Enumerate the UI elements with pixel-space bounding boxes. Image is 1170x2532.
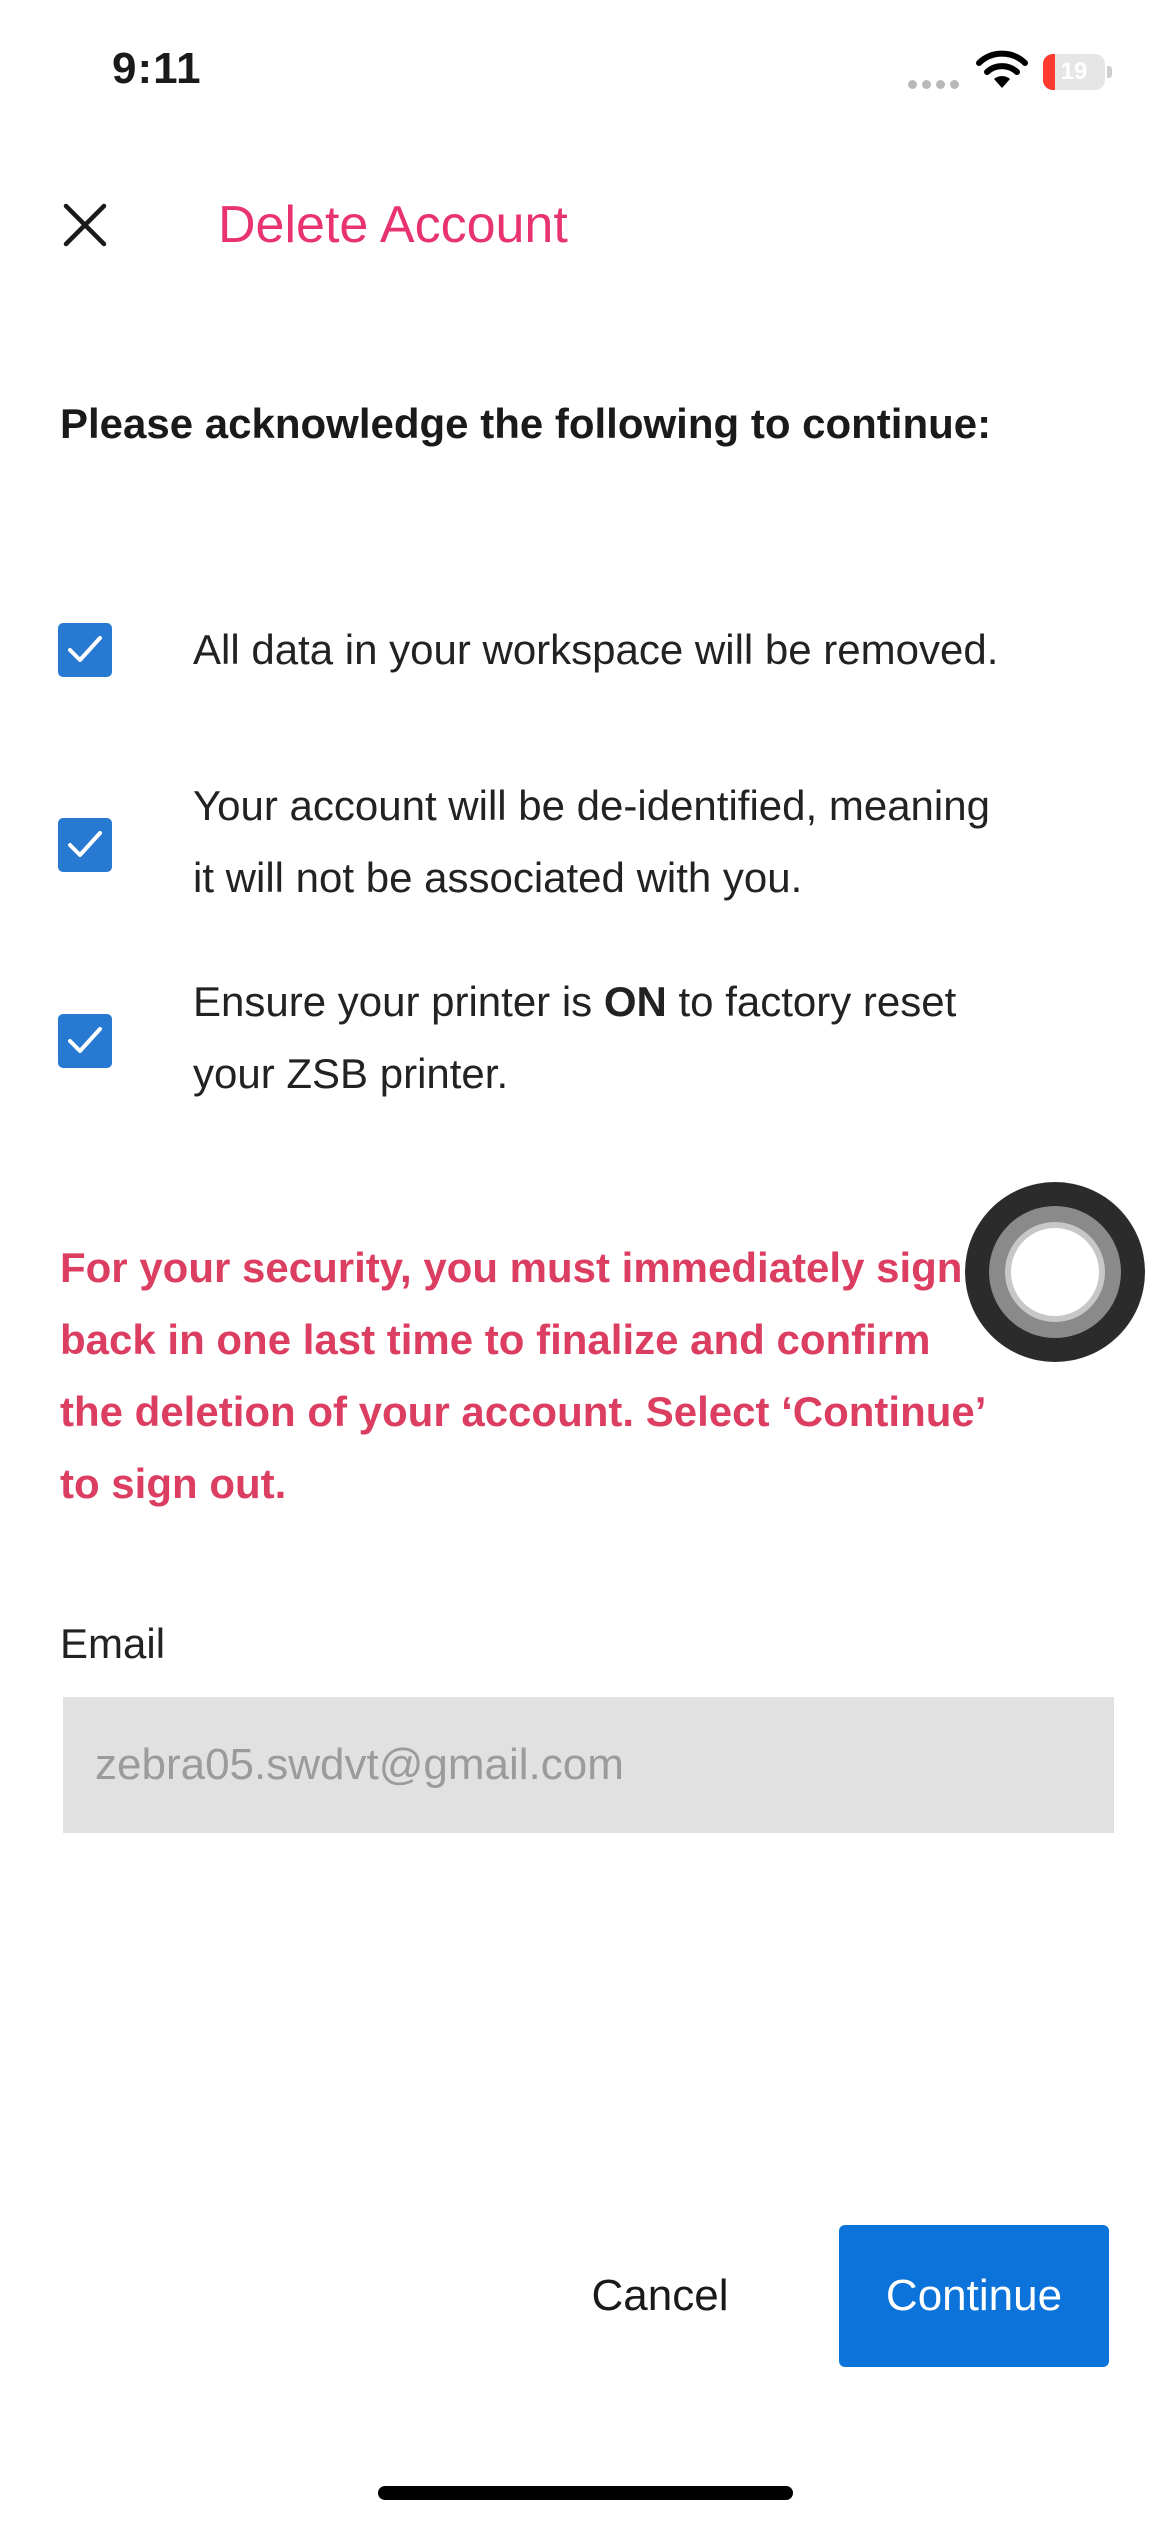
battery-level: 19	[1060, 58, 1088, 85]
checkbox-checked[interactable]	[58, 818, 112, 872]
security-warning: For your security, you must immediately …	[60, 1244, 987, 1507]
email-label: Email	[60, 1620, 166, 1667]
checklist-item[interactable]: Ensure your printer is ON to factory res…	[58, 966, 1138, 1116]
checkmark-icon	[68, 636, 102, 662]
checklist-item-text: Ensure your printer is ON to factory res…	[193, 978, 957, 1097]
checklist-item-text: Your account will be de-identified, mean…	[193, 782, 990, 901]
checkbox-checked[interactable]	[58, 623, 112, 677]
signal-icon	[908, 80, 959, 89]
cancel-button[interactable]: Cancel	[560, 2225, 760, 2367]
home-indicator	[378, 2486, 793, 2500]
touch-indicator-icon	[965, 1182, 1145, 1362]
battery-icon: 19	[1043, 54, 1113, 90]
checklist-item[interactable]: Your account will be de-identified, mean…	[58, 770, 1138, 920]
checkmark-icon	[68, 1027, 102, 1053]
checklist-item[interactable]: All data in your workspace will be remov…	[58, 600, 1138, 700]
status-time: 9:11	[112, 44, 202, 93]
instruction-text: Please acknowledge the following to cont…	[60, 400, 992, 447]
wifi-icon	[976, 50, 1028, 88]
page-title: Delete Account	[218, 196, 568, 254]
close-icon[interactable]	[58, 198, 112, 252]
checkbox-checked[interactable]	[58, 1014, 112, 1068]
continue-button[interactable]: Continue	[839, 2225, 1109, 2367]
email-field[interactable]	[63, 1697, 1114, 1833]
status-bar: 9:11 19	[0, 0, 1170, 150]
checklist-item-text: All data in your workspace will be remov…	[193, 626, 999, 673]
delete-account-screen: 9:11 19 Delete Account Please acknowledg…	[0, 0, 1170, 2532]
checkmark-icon	[68, 831, 102, 857]
